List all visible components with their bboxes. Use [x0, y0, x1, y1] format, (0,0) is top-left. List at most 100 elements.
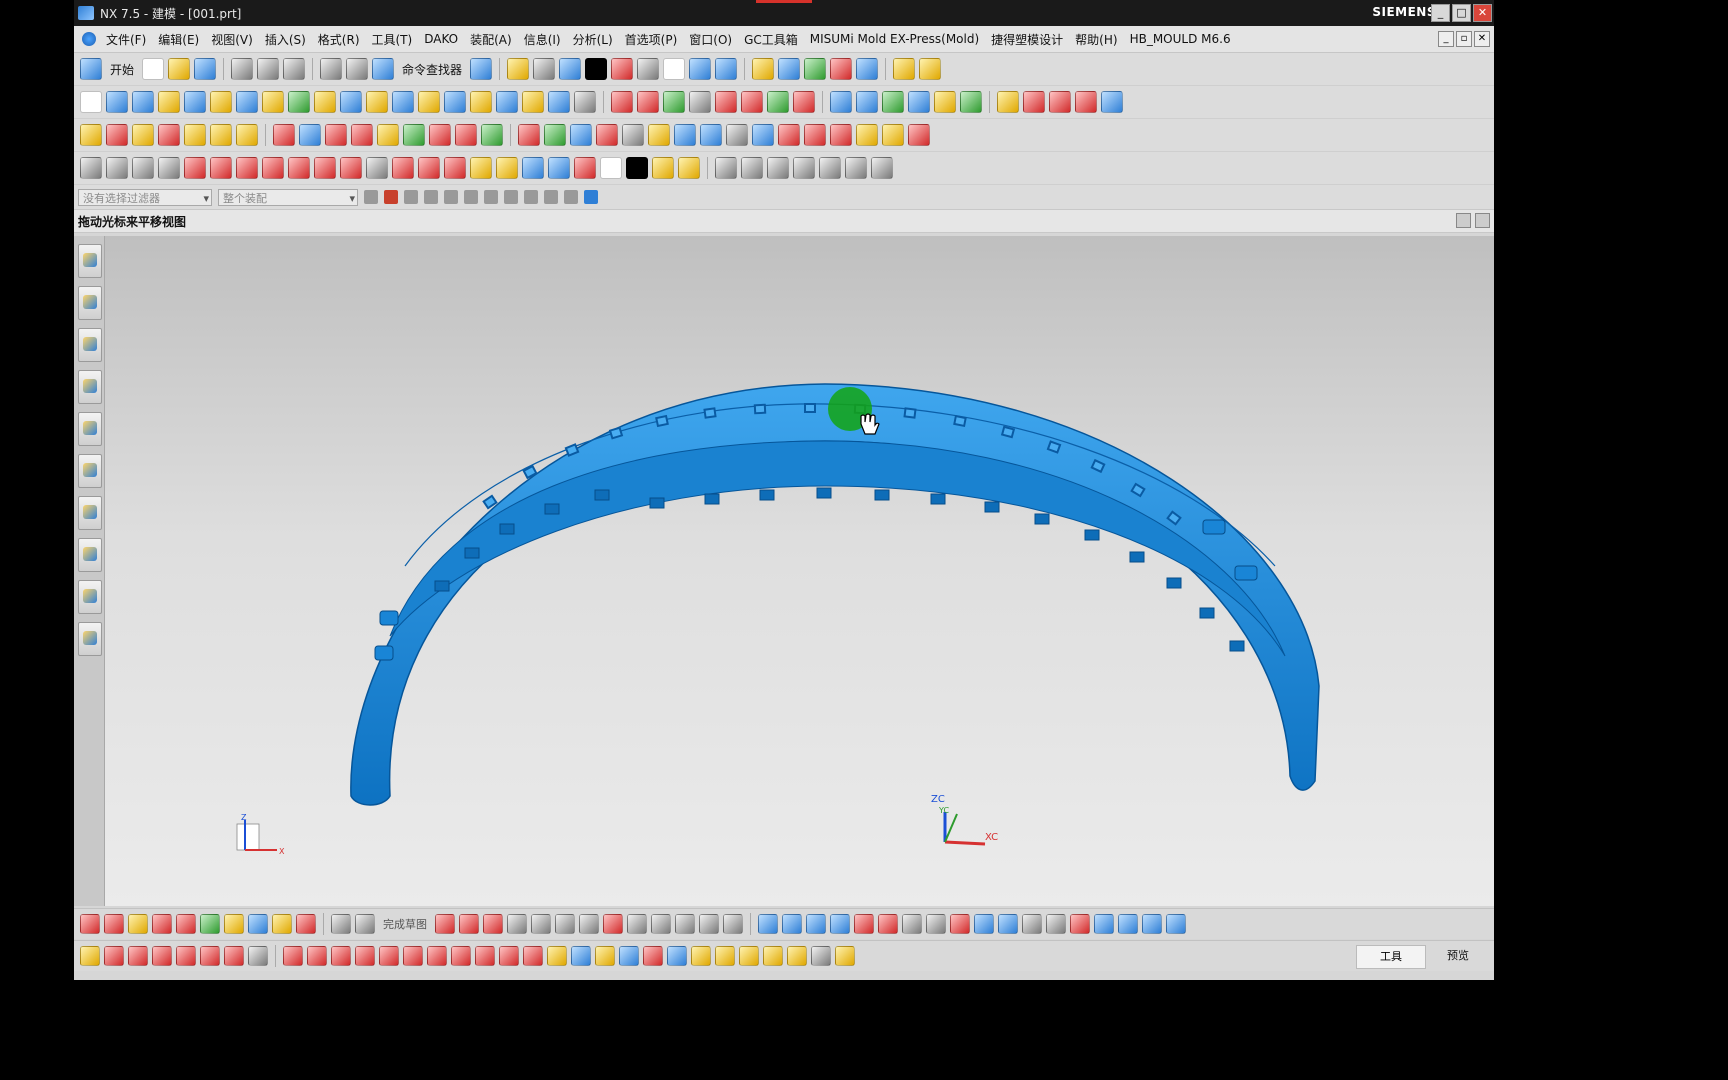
copy-icon[interactable]: [257, 58, 280, 80]
hole-table-icon[interactable]: [622, 124, 644, 146]
table-icon[interactable]: [752, 124, 774, 146]
stripes-icon[interactable]: [778, 124, 800, 146]
section-view-icon[interactable]: [611, 58, 634, 80]
sketch-trim-icon[interactable]: [675, 914, 695, 934]
center-snap-icon[interactable]: [819, 157, 841, 179]
report-icon[interactable]: [908, 124, 930, 146]
menu-gc-toolbox[interactable]: GC工具箱: [738, 31, 804, 48]
filter-settings-icon[interactable]: [364, 190, 378, 204]
sketch-image-icon[interactable]: [296, 914, 316, 934]
curve-tangent-circle-icon[interactable]: [403, 946, 423, 966]
insert-icon[interactable]: [377, 124, 399, 146]
mold-base-icon[interactable]: [273, 124, 295, 146]
constraint-diag-icon[interactable]: [878, 914, 898, 934]
constraint-pin-icon[interactable]: [974, 914, 994, 934]
minimize-button[interactable]: _: [1431, 4, 1450, 22]
menu-help[interactable]: 帮助(H): [1069, 31, 1123, 48]
menu-format[interactable]: 格式(R): [312, 31, 366, 48]
sequence-icon[interactable]: [811, 946, 831, 966]
curve-bracket-icon[interactable]: [331, 946, 351, 966]
point-snap-icon[interactable]: [871, 157, 893, 179]
doc-minimize-button[interactable]: _: [1438, 31, 1454, 47]
sketch-arc-icon[interactable]: [483, 914, 503, 934]
sketch-fillet-icon[interactable]: [531, 914, 551, 934]
sketch-plane-icon[interactable]: [80, 91, 102, 113]
menu-analysis[interactable]: 分析(L): [567, 31, 619, 48]
finish-sketch-icon[interactable]: [355, 914, 375, 934]
profile-icon[interactable]: [435, 914, 455, 934]
ejector-pin-icon[interactable]: [325, 124, 347, 146]
curve-rule-icon[interactable]: [424, 190, 438, 204]
constraint-rect-icon[interactable]: [782, 914, 802, 934]
sketch-pencil-icon[interactable]: [224, 914, 244, 934]
diagonal-icon[interactable]: [741, 157, 763, 179]
curve-length-icon[interactable]: [1101, 91, 1123, 113]
cue-line-options-icon[interactable]: [1456, 213, 1471, 228]
quadrant-snap-icon[interactable]: [845, 157, 867, 179]
color-table-icon[interactable]: [648, 124, 670, 146]
mold-init-icon[interactable]: [80, 124, 102, 146]
frame-icon[interactable]: [80, 157, 102, 179]
cue-line-expand-icon[interactable]: [1475, 213, 1490, 228]
curve-center-icon[interactable]: [475, 946, 495, 966]
globe-icon[interactable]: [210, 157, 232, 179]
display-mode-icon[interactable]: [663, 58, 686, 80]
pocket-icon[interactable]: [210, 91, 232, 113]
curve-grid-icon[interactable]: [248, 946, 268, 966]
assembly-navigator-icon[interactable]: [78, 244, 102, 278]
revolve-icon[interactable]: [132, 91, 154, 113]
menu-misumi[interactable]: MISUMi Mold EX-Press(Mold): [804, 32, 985, 46]
selection-scope-dropdown[interactable]: 整个装配: [218, 188, 358, 207]
pad-icon[interactable]: [236, 91, 258, 113]
orient-view-icon[interactable]: [637, 58, 660, 80]
standard-part-icon[interactable]: [299, 124, 321, 146]
fillet-curve-icon[interactable]: [1049, 91, 1071, 113]
offset-curve-icon[interactable]: [715, 91, 737, 113]
slider-icon[interactable]: [351, 124, 373, 146]
move-component-icon[interactable]: [619, 946, 639, 966]
bridge-curve-icon[interactable]: [767, 91, 789, 113]
menu-tools[interactable]: 工具(T): [366, 31, 419, 48]
cooling-icon[interactable]: [455, 124, 477, 146]
sketch-parallel-icon[interactable]: [200, 914, 220, 934]
plate-icon[interactable]: [106, 157, 128, 179]
curve-line-icon[interactable]: [104, 946, 124, 966]
undo-icon[interactable]: [320, 58, 343, 80]
hole-icon[interactable]: [158, 91, 180, 113]
attach-icon[interactable]: [787, 946, 807, 966]
constraint-a-icon[interactable]: [1094, 914, 1114, 934]
through-curves-icon[interactable]: [830, 91, 852, 113]
select-pick-icon[interactable]: [464, 190, 478, 204]
constraint-coincident-icon[interactable]: [926, 914, 946, 934]
chamfer-icon[interactable]: [418, 91, 440, 113]
curve-point-circle-icon[interactable]: [379, 946, 399, 966]
bom-icon[interactable]: [570, 124, 592, 146]
runner-icon[interactable]: [429, 124, 451, 146]
target-icon[interactable]: [340, 157, 362, 179]
cavity-layout-icon[interactable]: [184, 124, 206, 146]
corner-icon[interactable]: [1075, 91, 1097, 113]
command-finder-icon[interactable]: [372, 58, 395, 80]
pocket-mold-icon[interactable]: [544, 124, 566, 146]
snap-quadrant-icon[interactable]: [544, 190, 558, 204]
cut-icon[interactable]: [231, 58, 254, 80]
constraint-red-icon[interactable]: [854, 914, 874, 934]
sketch-frame-icon[interactable]: [80, 914, 100, 934]
save-icon[interactable]: [194, 58, 217, 80]
clamp-icon[interactable]: [392, 157, 414, 179]
face-rule-icon[interactable]: [404, 190, 418, 204]
curve-arrow-icon[interactable]: [355, 946, 375, 966]
mold-csys-icon[interactable]: [106, 124, 128, 146]
start-button[interactable]: 开始: [110, 61, 134, 78]
constraint-fix-icon[interactable]: [1046, 914, 1066, 934]
snap-point-toggle-icon[interactable]: [384, 190, 398, 204]
replace-component-icon[interactable]: [715, 946, 735, 966]
curve-angle-icon[interactable]: [451, 946, 471, 966]
command-finder-button[interactable]: 命令查找器: [402, 61, 462, 78]
black-color-icon[interactable]: [626, 157, 648, 179]
unite-icon[interactable]: [314, 91, 336, 113]
workpiece-icon[interactable]: [158, 124, 180, 146]
curve-arc-icon[interactable]: [283, 946, 303, 966]
sketch-point-icon[interactable]: [627, 914, 647, 934]
subtract-icon[interactable]: [340, 91, 362, 113]
